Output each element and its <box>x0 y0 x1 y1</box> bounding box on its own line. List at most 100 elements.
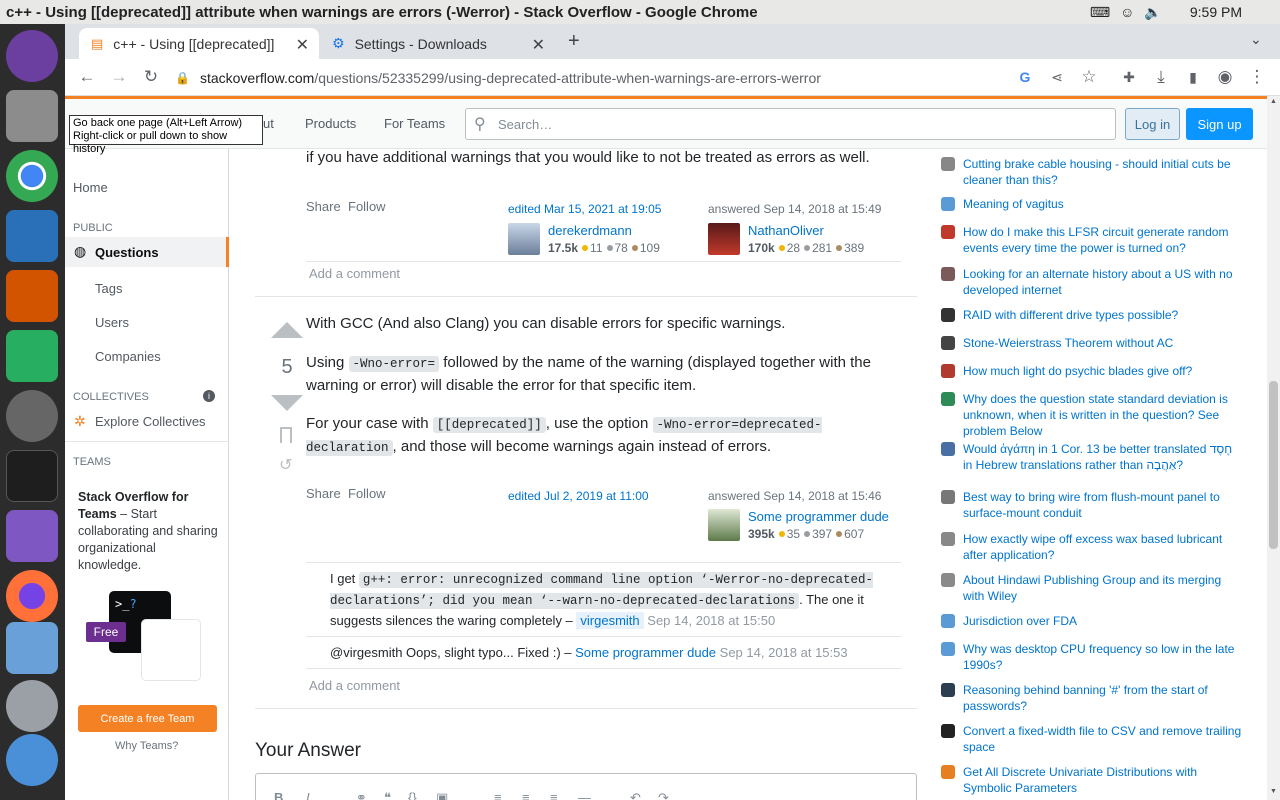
hot-question-title[interactable]: About Hindawi Publishing Group and its m… <box>963 572 1243 604</box>
rule-icon[interactable]: — <box>578 790 591 800</box>
hot-question-title[interactable]: Looking for an alternate history about a… <box>963 266 1243 298</box>
page-scrollbar[interactable]: ▲ ▼ <box>1267 96 1280 800</box>
hot-question-title[interactable]: Get All Discrete Univariate Distribution… <box>963 764 1243 796</box>
clock[interactable]: 9:59 PM <box>1190 4 1242 20</box>
address-bar[interactable]: 🔒 stackoverflow.com /questions/52335299/… <box>175 63 1135 92</box>
hot-question-title[interactable]: Jurisdiction over FDA <box>963 613 1243 629</box>
downvote-button[interactable] <box>271 395 303 411</box>
user-name[interactable]: Some programmer dude <box>748 509 889 524</box>
image-icon[interactable]: ▣ <box>436 790 448 800</box>
network-icon[interactable] <box>6 734 58 786</box>
close-icon[interactable]: ✕ <box>296 35 309 55</box>
bold-icon[interactable]: B <box>274 790 283 800</box>
nav-about[interactable]: ut <box>263 116 274 131</box>
answer1-follow-link[interactable]: Follow <box>348 199 386 214</box>
answer2-share-link[interactable]: Share <box>306 486 341 501</box>
new-tab-button[interactable]: + <box>568 30 580 53</box>
sidebar-item-tags[interactable]: Tags <box>95 281 122 296</box>
google-icon[interactable]: G <box>1013 65 1037 89</box>
forward-arrow-icon[interactable]: → <box>107 65 131 89</box>
answer1-share-link[interactable]: Share <box>306 199 341 214</box>
download-icon[interactable]: ⤓ <box>1149 65 1173 89</box>
hot-question-title[interactable]: Cutting brake cable housing - should ini… <box>963 156 1243 188</box>
hot-question-title[interactable]: RAID with different drive types possible… <box>963 307 1243 323</box>
search-input[interactable]: ⚲ Search… <box>465 108 1116 140</box>
avatar[interactable] <box>708 509 740 541</box>
create-team-button[interactable]: Create a free Team <box>78 705 217 732</box>
settings-icon[interactable] <box>6 390 58 442</box>
extensions-icon[interactable]: ✚ <box>1117 65 1141 89</box>
back-arrow-icon[interactable]: ← <box>75 65 99 89</box>
answer2-add-comment-link[interactable]: Add a comment <box>309 678 400 693</box>
sidebar-item-questions[interactable]: ◍ Questions <box>65 237 229 267</box>
launcher-icon[interactable] <box>6 30 58 82</box>
redo-icon[interactable]: ↷ <box>658 790 669 800</box>
tab-stackoverflow[interactable]: ▤ c++ - Using [[deprecated]] ✕ <box>79 28 319 59</box>
sidebar-item-home[interactable]: Home <box>73 180 108 195</box>
hot-question-title[interactable]: Meaning of vagitus <box>963 196 1243 212</box>
hot-question-title[interactable]: Best way to bring wire from flush-mount … <box>963 489 1243 521</box>
calc-icon[interactable] <box>6 330 58 382</box>
tab-search-chevron-icon[interactable]: ⌄ <box>1250 31 1262 48</box>
why-teams-link[interactable]: Why Teams? <box>115 740 178 752</box>
avatar[interactable] <box>508 223 540 255</box>
side-panel-icon[interactable]: ▮ <box>1181 65 1205 89</box>
terminal-icon[interactable] <box>6 450 58 502</box>
files-icon[interactable] <box>6 90 58 142</box>
answer2-follow-link[interactable]: Follow <box>348 486 386 501</box>
sidebar-item-companies[interactable]: Companies <box>95 349 161 364</box>
hot-question-title[interactable]: Why does the question state standard dev… <box>963 391 1243 439</box>
tab-settings-downloads[interactable]: ⚙ Settings - Downloads ✕ <box>320 28 555 59</box>
folder-icon[interactable] <box>6 510 58 562</box>
scrollbar-thumb[interactable] <box>1269 381 1278 549</box>
signup-button[interactable]: Sign up <box>1186 108 1253 140</box>
sidebar-item-explore-collectives[interactable]: Explore Collectives <box>95 414 206 429</box>
chrome-icon[interactable] <box>6 150 58 202</box>
scroll-up-arrow-icon[interactable]: ▲ <box>1270 98 1277 105</box>
hot-question-title[interactable]: How exactly wipe off excess wax based lu… <box>963 531 1243 563</box>
hot-question-title[interactable]: Convert a fixed-width file to CSV and re… <box>963 723 1243 755</box>
quote-icon[interactable]: ❝ <box>384 790 391 800</box>
heading-icon[interactable]: ≡ <box>550 790 558 800</box>
comment-user-link[interactable]: virgesmith <box>576 612 644 629</box>
close-icon[interactable]: ✕ <box>532 35 545 55</box>
volume-icon[interactable]: 🔈 <box>1144 4 1161 21</box>
reload-icon[interactable]: ↻ <box>139 65 163 89</box>
firefox-icon[interactable] <box>6 570 58 622</box>
writer-icon[interactable] <box>6 210 58 262</box>
undo-icon[interactable]: ↶ <box>630 790 641 800</box>
hot-question-title[interactable]: Would ἀγάπη in 1 Cor. 13 be better trans… <box>963 441 1243 473</box>
nav-for-teams[interactable]: For Teams <box>384 116 445 131</box>
code-icon[interactable]: {} <box>408 790 417 800</box>
share-icon[interactable]: ⋖ <box>1045 65 1069 89</box>
bullet-list-icon[interactable]: ≡ <box>522 790 530 800</box>
upvote-button[interactable] <box>271 322 303 338</box>
hot-question-title[interactable]: How do I make this LFSR circuit generate… <box>963 224 1243 256</box>
italic-icon[interactable]: I <box>306 790 310 800</box>
answer2-edited-link[interactable]: edited Jul 2, 2019 at 11:00 <box>508 489 649 503</box>
avatar[interactable] <box>708 223 740 255</box>
impress-icon[interactable] <box>6 270 58 322</box>
user-name[interactable]: derekerdmann <box>548 223 632 238</box>
disc-icon[interactable] <box>6 622 58 674</box>
sidebar-item-users[interactable]: Users <box>95 315 129 330</box>
login-button[interactable]: Log in <box>1125 108 1180 140</box>
answer-editor-toolbar[interactable]: B I ⚭ ❝ {} ▣ ≡ ≡ ≡ — ↶ ↷ <box>255 773 917 800</box>
profile-avatar-icon[interactable]: ◉ <box>1213 65 1237 89</box>
bookmark-icon[interactable] <box>280 427 292 443</box>
accessibility-icon[interactable]: ☺ <box>1120 4 1134 20</box>
comment-date[interactable]: Sep 14, 2018 at 15:50 <box>647 613 775 628</box>
link-icon[interactable]: ⚭ <box>356 790 367 800</box>
keyboard-icon[interactable]: ⌨ <box>1090 4 1110 21</box>
scroll-down-arrow-icon[interactable]: ▼ <box>1270 788 1277 795</box>
numbered-list-icon[interactable]: ≡ <box>494 790 502 800</box>
comment-date[interactable]: Sep 14, 2018 at 15:53 <box>720 645 848 660</box>
user-name[interactable]: NathanOliver <box>748 223 824 238</box>
answer1-add-comment-link[interactable]: Add a comment <box>309 266 400 281</box>
comment-user-link[interactable]: Some programmer dude <box>575 645 716 660</box>
menu-kebab-icon[interactable]: ⋮ <box>1245 65 1269 89</box>
hot-question-title[interactable]: Reasoning behind banning '#' from the st… <box>963 682 1243 714</box>
hot-question-title[interactable]: Why was desktop CPU frequency so low in … <box>963 641 1243 673</box>
answer1-edited-link[interactable]: edited Mar 15, 2021 at 19:05 <box>508 202 661 216</box>
hot-question-title[interactable]: Stone-Weierstrass Theorem without AC <box>963 335 1243 351</box>
